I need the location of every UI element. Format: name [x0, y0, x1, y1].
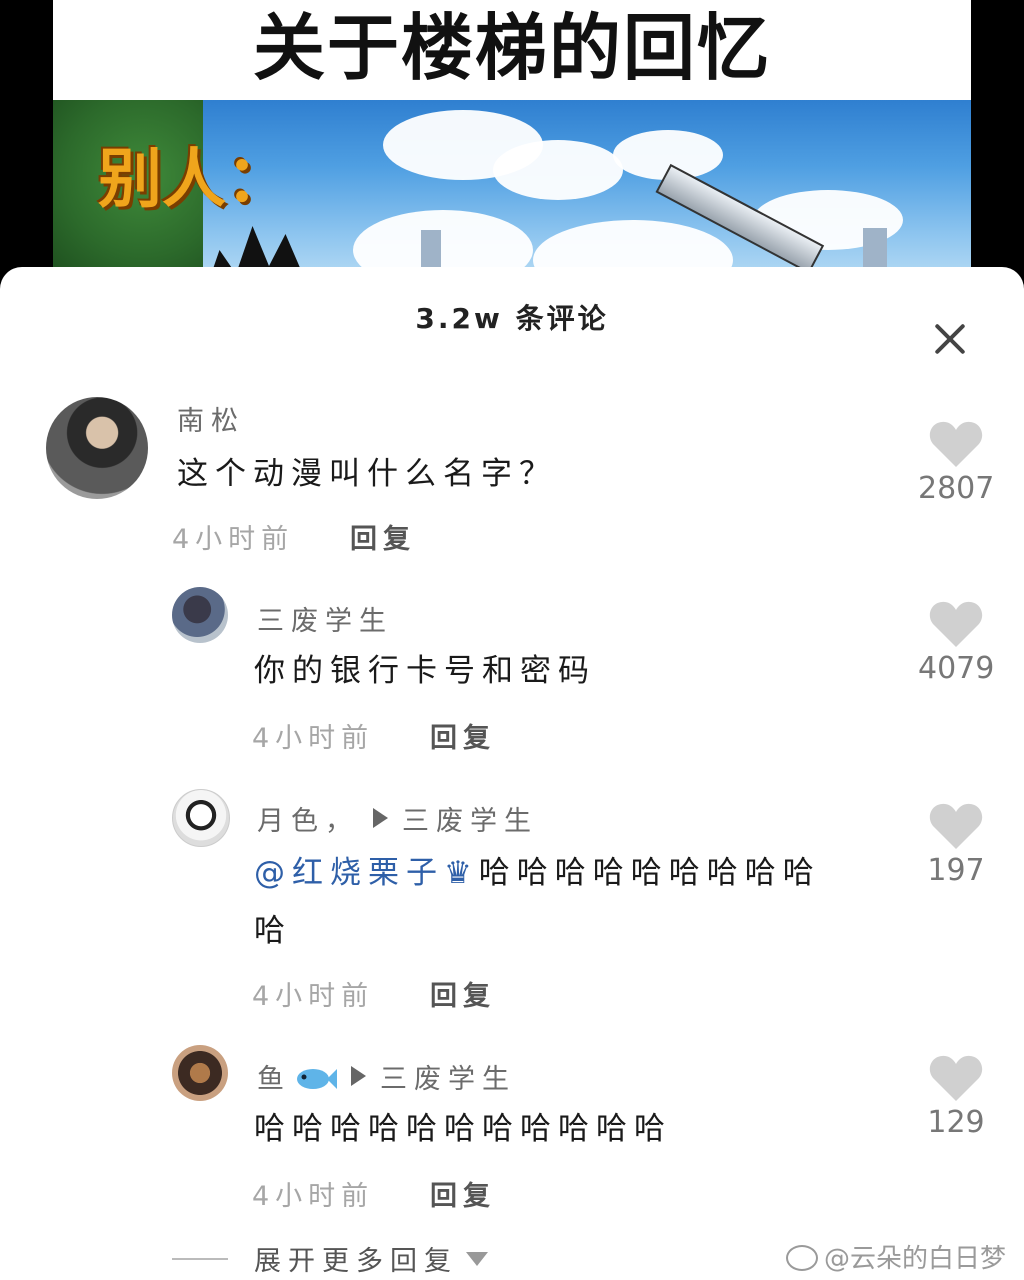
weibo-icon: [786, 1245, 818, 1271]
heart-icon: [929, 421, 983, 467]
close-icon[interactable]: [926, 315, 974, 363]
comment-text: 这个动漫叫什么名字？: [177, 456, 557, 492]
like-count: 197: [927, 853, 985, 888]
heart-icon: [929, 803, 983, 849]
comment-time: 4小时前: [252, 981, 375, 1012]
watermark-text: @云朵的白日梦: [824, 1244, 1007, 1274]
like-button[interactable]: 2807: [918, 419, 994, 506]
comments-sheet: 3.2w 条评论 南松 这个动漫叫什么名字？ 4小时前 回复 2807 三废学生…: [0, 267, 1024, 1280]
expand-more-replies[interactable]: 展开更多回复: [172, 1239, 488, 1278]
reply-button[interactable]: 回复: [430, 1174, 496, 1213]
avatar[interactable]: [172, 1045, 228, 1101]
like-button[interactable]: 4079: [918, 599, 994, 686]
username-label: 月色，: [257, 806, 359, 837]
heart-icon: [929, 1055, 983, 1101]
comment-time: 4小时前: [252, 1181, 375, 1212]
comment-text-line2: 哈: [254, 913, 292, 949]
comment-time: 4小时前: [252, 723, 375, 754]
like-button[interactable]: 129: [918, 1053, 994, 1140]
like-count: 129: [927, 1105, 985, 1140]
like-button[interactable]: 197: [918, 801, 994, 888]
watermark: @云朵的白日梦: [786, 1238, 1006, 1275]
video-frame[interactable]: 关于楼梯的回忆 别人：: [53, 0, 971, 290]
video-area[interactable]: 关于楼梯的回忆 别人：: [0, 0, 1024, 290]
reply-button[interactable]: 回复: [430, 716, 496, 755]
reply-button[interactable]: 回复: [430, 974, 496, 1013]
comments-count: 3.2w 条评论: [415, 302, 609, 335]
avatar[interactable]: [172, 789, 230, 847]
username-label: 鱼: [257, 1064, 291, 1095]
video-title: 关于楼梯的回忆: [252, 6, 771, 90]
comment-text-line1: 哈哈哈哈哈哈哈哈哈: [478, 855, 821, 891]
expand-more-label: 展开更多回复: [254, 1246, 458, 1277]
video-overlay-text: 别人：: [98, 143, 290, 217]
reply-to-username: 三废学生: [402, 806, 538, 837]
comment-username[interactable]: 南松: [177, 399, 245, 438]
chevron-down-icon: [466, 1251, 488, 1266]
reply-arrow-icon: [351, 1066, 366, 1086]
divider-line: [172, 1257, 228, 1260]
video-image: 别人：: [53, 100, 971, 290]
comment-text: 你的银行卡号和密码: [254, 653, 596, 689]
comment-username[interactable]: 三废学生: [257, 599, 393, 638]
comment-time: 4小时前: [172, 524, 295, 555]
avatar[interactable]: [172, 587, 228, 643]
reply-to-username: 三废学生: [380, 1064, 516, 1095]
comment-username[interactable]: 月色， 三废学生: [257, 799, 538, 838]
comment-text: @红烧栗子♛哈哈哈哈哈哈哈哈哈哈: [254, 844, 894, 960]
like-count: 2807: [918, 471, 995, 506]
mention-link[interactable]: @红烧栗子: [254, 855, 444, 891]
like-count: 4079: [918, 651, 995, 686]
comment-username[interactable]: 鱼 三废学生: [257, 1057, 516, 1096]
avatar[interactable]: [46, 397, 148, 499]
fish-icon: [297, 1069, 337, 1089]
reply-button[interactable]: 回复: [350, 517, 416, 556]
reply-arrow-icon: [373, 808, 388, 828]
heart-icon: [929, 601, 983, 647]
crown-icon: ♛: [444, 855, 479, 891]
comment-text: 哈哈哈哈哈哈哈哈哈哈哈: [254, 1111, 672, 1147]
